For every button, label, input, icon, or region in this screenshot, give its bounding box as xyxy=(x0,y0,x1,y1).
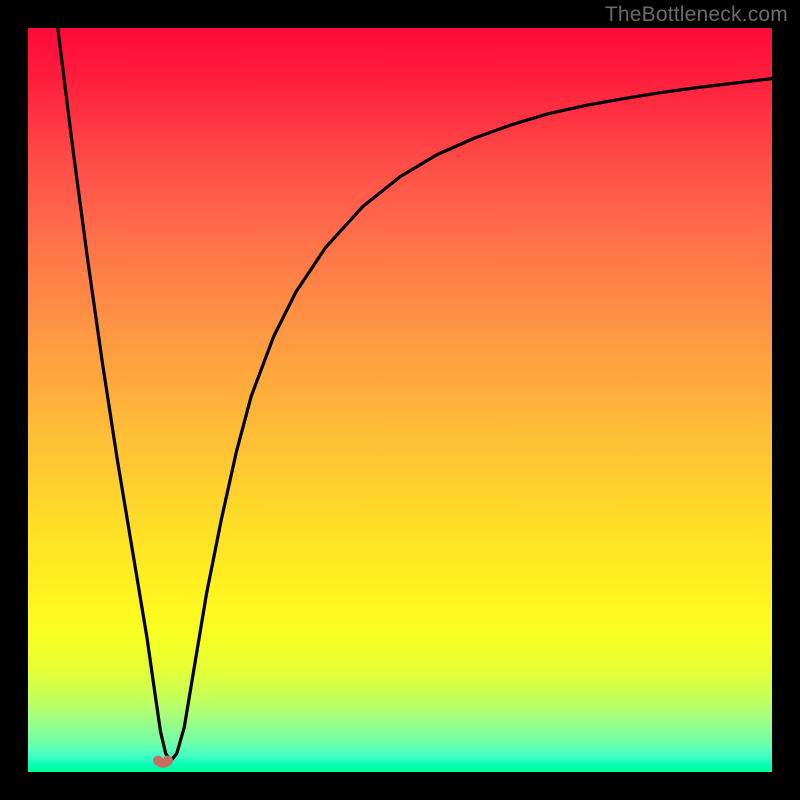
chart-plot-area xyxy=(28,28,772,772)
watermark-text: TheBottleneck.com xyxy=(605,3,788,27)
curve-line xyxy=(58,28,772,761)
bottleneck-curve xyxy=(28,28,772,772)
